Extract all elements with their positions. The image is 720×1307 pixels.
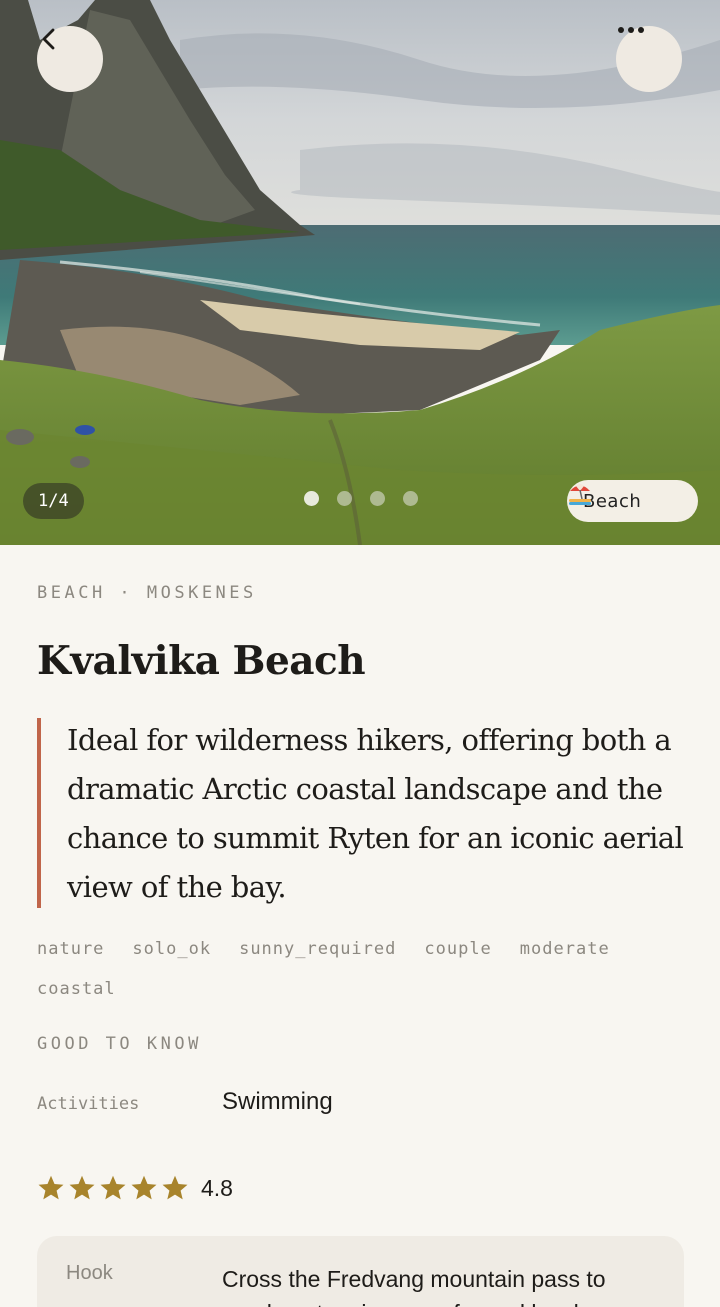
star-icon xyxy=(131,1175,157,1200)
hook-label: Hook xyxy=(66,1262,113,1284)
quote-text: Ideal for wilderness hikers, offering bo… xyxy=(67,723,684,904)
place-title: Kvalvika Beach xyxy=(37,638,366,684)
rating: 4.8 xyxy=(37,1174,233,1202)
carousel-dot[interactable] xyxy=(403,491,418,506)
tag: moderate xyxy=(519,939,610,959)
star-icon xyxy=(162,1175,188,1200)
beach-umbrella-icon xyxy=(569,484,591,505)
hook-text: Cross the Fredvang mountain pass to reac… xyxy=(222,1266,606,1307)
more-horizontal-icon xyxy=(618,27,644,33)
tag: solo_ok xyxy=(132,939,212,959)
category-chip: Beach xyxy=(567,480,698,522)
star-rating xyxy=(37,1174,189,1202)
hook-card: Hook Cross the Fredvang mountain pass to… xyxy=(37,1236,684,1307)
back-button[interactable] xyxy=(37,26,103,92)
photo-counter: 1/4 xyxy=(23,483,84,519)
rating-value: 4.8 xyxy=(201,1174,233,1201)
tag: coastal xyxy=(37,979,116,999)
good-to-know-heading: GOOD TO KNOW xyxy=(37,1034,202,1054)
star-icon xyxy=(100,1175,126,1200)
tag: sunny_required xyxy=(239,939,397,959)
beach-landscape-image xyxy=(0,0,720,545)
star-icon xyxy=(69,1175,95,1200)
chevron-left-icon xyxy=(42,28,55,50)
carousel-dots[interactable] xyxy=(304,491,418,506)
hero-photo[interactable]: 1/4 Beach xyxy=(0,0,720,545)
carousel-dot[interactable] xyxy=(370,491,385,506)
carousel-dot[interactable] xyxy=(304,491,319,506)
tag-list: nature solo_ok sunny_required couple mod… xyxy=(37,938,697,1000)
tag: nature xyxy=(37,939,105,959)
star-icon xyxy=(38,1175,64,1200)
place-quote: Ideal for wilderness hikers, offering bo… xyxy=(37,718,687,908)
info-row-value: Swimming xyxy=(222,1088,333,1115)
place-eyebrow: BEACH · MOSKENES xyxy=(37,583,257,603)
more-options-button[interactable] xyxy=(616,26,682,92)
tag: couple xyxy=(424,939,492,959)
carousel-dot[interactable] xyxy=(337,491,352,506)
info-row-key: Activities xyxy=(37,1094,140,1114)
